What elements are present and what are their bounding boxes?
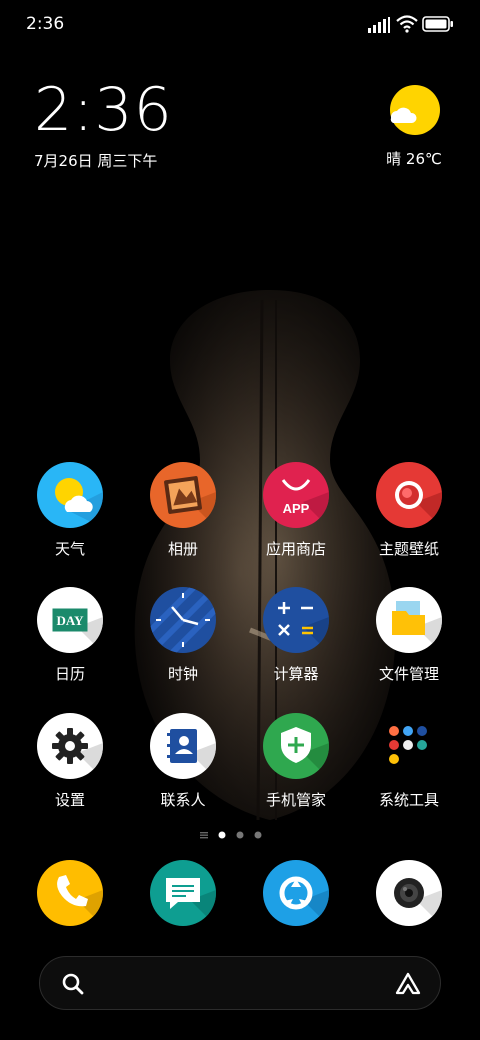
- settings-icon: [37, 713, 103, 779]
- clock-icon: [150, 587, 216, 653]
- browser-icon: [279, 876, 329, 926]
- status-bar: 2:36: [0, 0, 480, 50]
- page-indicator[interactable]: [198, 829, 278, 841]
- phone-icon: [57, 875, 103, 926]
- gallery-icon: [150, 462, 216, 528]
- app-label: 应用商店: [265, 540, 326, 558]
- app-label: 时钟: [167, 665, 198, 683]
- app-themes[interactable]: 主题壁纸: [353, 462, 465, 559]
- battery-icon: [422, 16, 453, 32]
- app-label: 设置: [54, 791, 85, 809]
- app-system-tools-folder[interactable]: 系统工具: [353, 713, 465, 810]
- camera-icon: [394, 878, 442, 926]
- app-label: 系统工具: [378, 791, 439, 809]
- page-dot: [236, 831, 244, 839]
- themes-icon: [376, 462, 442, 528]
- calendar-icon-text: DAY: [57, 613, 85, 628]
- app-file-manager[interactable]: 文件管理: [353, 587, 465, 684]
- security-icon: [263, 713, 329, 779]
- search-icon[interactable]: [60, 971, 86, 997]
- app-label: 文件管理: [378, 665, 439, 683]
- weather-icon: [37, 462, 103, 528]
- system-tools-folder-icon: [376, 713, 442, 779]
- status-time: 2:36: [26, 14, 65, 34]
- app-contacts[interactable]: 联系人: [127, 713, 239, 810]
- app-store-icon-text: APP: [283, 501, 310, 516]
- file-manager-icon: [376, 587, 442, 653]
- weather-text: 晴 26℃: [386, 150, 442, 168]
- dock-camera[interactable]: [376, 860, 442, 926]
- app-gallery[interactable]: 相册: [127, 462, 239, 559]
- dock-browser[interactable]: [263, 860, 329, 926]
- clock-date: 7月26日 周三下午: [34, 152, 158, 170]
- page-dot: [254, 831, 262, 839]
- app-app-store[interactable]: APP 应用商店: [240, 462, 352, 559]
- calculator-icon: [263, 587, 329, 653]
- app-settings[interactable]: 设置: [14, 713, 126, 810]
- assistant-icon[interactable]: [394, 971, 422, 997]
- app-store-icon: APP: [263, 462, 329, 528]
- messages-icon: [166, 878, 216, 926]
- app-weather[interactable]: 天气: [14, 462, 126, 559]
- dock-phone[interactable]: [37, 860, 103, 926]
- signal-icon: [368, 17, 390, 33]
- app-label: 计算器: [273, 665, 319, 683]
- app-security[interactable]: 手机管家: [240, 713, 352, 810]
- app-label: 日历: [54, 665, 85, 683]
- app-label: 主题壁纸: [378, 540, 439, 558]
- app-label: 手机管家: [265, 791, 326, 809]
- clock-time: 2:36: [34, 75, 173, 145]
- app-label: 相册: [167, 540, 198, 558]
- app-calendar[interactable]: DAY 日历: [14, 587, 126, 684]
- weather-widget[interactable]: 晴 26℃: [384, 84, 444, 169]
- app-label: 天气: [54, 540, 85, 558]
- app-clock[interactable]: 时钟: [127, 587, 239, 684]
- dock-messages[interactable]: [150, 860, 216, 926]
- wifi-icon: [396, 15, 418, 33]
- search-bar[interactable]: [39, 956, 441, 1010]
- sun-icon: [390, 85, 440, 135]
- contacts-icon: [150, 713, 216, 779]
- app-calculator[interactable]: 计算器: [240, 587, 352, 684]
- clock-widget[interactable]: 2:36 7月26日 周三下午: [34, 78, 173, 171]
- page-list-icon: [200, 832, 208, 839]
- calendar-icon: DAY: [37, 587, 103, 653]
- app-label: 联系人: [160, 791, 206, 809]
- page-dot-active: [218, 831, 226, 839]
